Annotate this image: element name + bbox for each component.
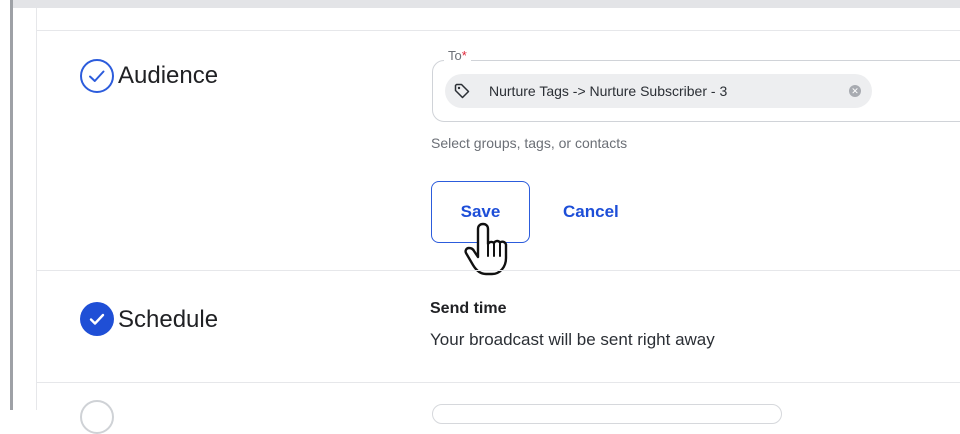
to-field-helper-text: Select groups, tags, or contacts — [431, 135, 628, 151]
section-title-schedule: Schedule — [118, 306, 219, 333]
check-circle-outline-icon — [80, 59, 114, 93]
panel-inner-border — [36, 8, 37, 410]
check-circle-filled-icon — [80, 302, 114, 336]
next-section-field — [432, 404, 782, 424]
section-divider-middle — [37, 270, 960, 271]
section-divider-top — [37, 30, 960, 31]
tag-icon — [453, 82, 471, 105]
cancel-button[interactable]: Cancel — [553, 181, 629, 243]
to-field-label: To* — [444, 48, 471, 63]
required-asterisk: * — [461, 48, 467, 63]
recipient-chip-label: Nurture Tags -> Nurture Subscriber - 3 — [489, 83, 728, 99]
section-divider-bottom — [37, 382, 960, 383]
send-time-description: Your broadcast will be sent right away — [430, 330, 715, 349]
chip-remove-icon[interactable]: ✕ — [849, 85, 861, 97]
hand-pointer-cursor — [462, 220, 518, 285]
next-section-status-icon — [80, 400, 114, 434]
window-top-frame — [0, 0, 960, 8]
section-title-audience: Audience — [118, 62, 219, 89]
window-left-frame — [0, 0, 13, 410]
send-time-label: Send time — [430, 300, 507, 317]
